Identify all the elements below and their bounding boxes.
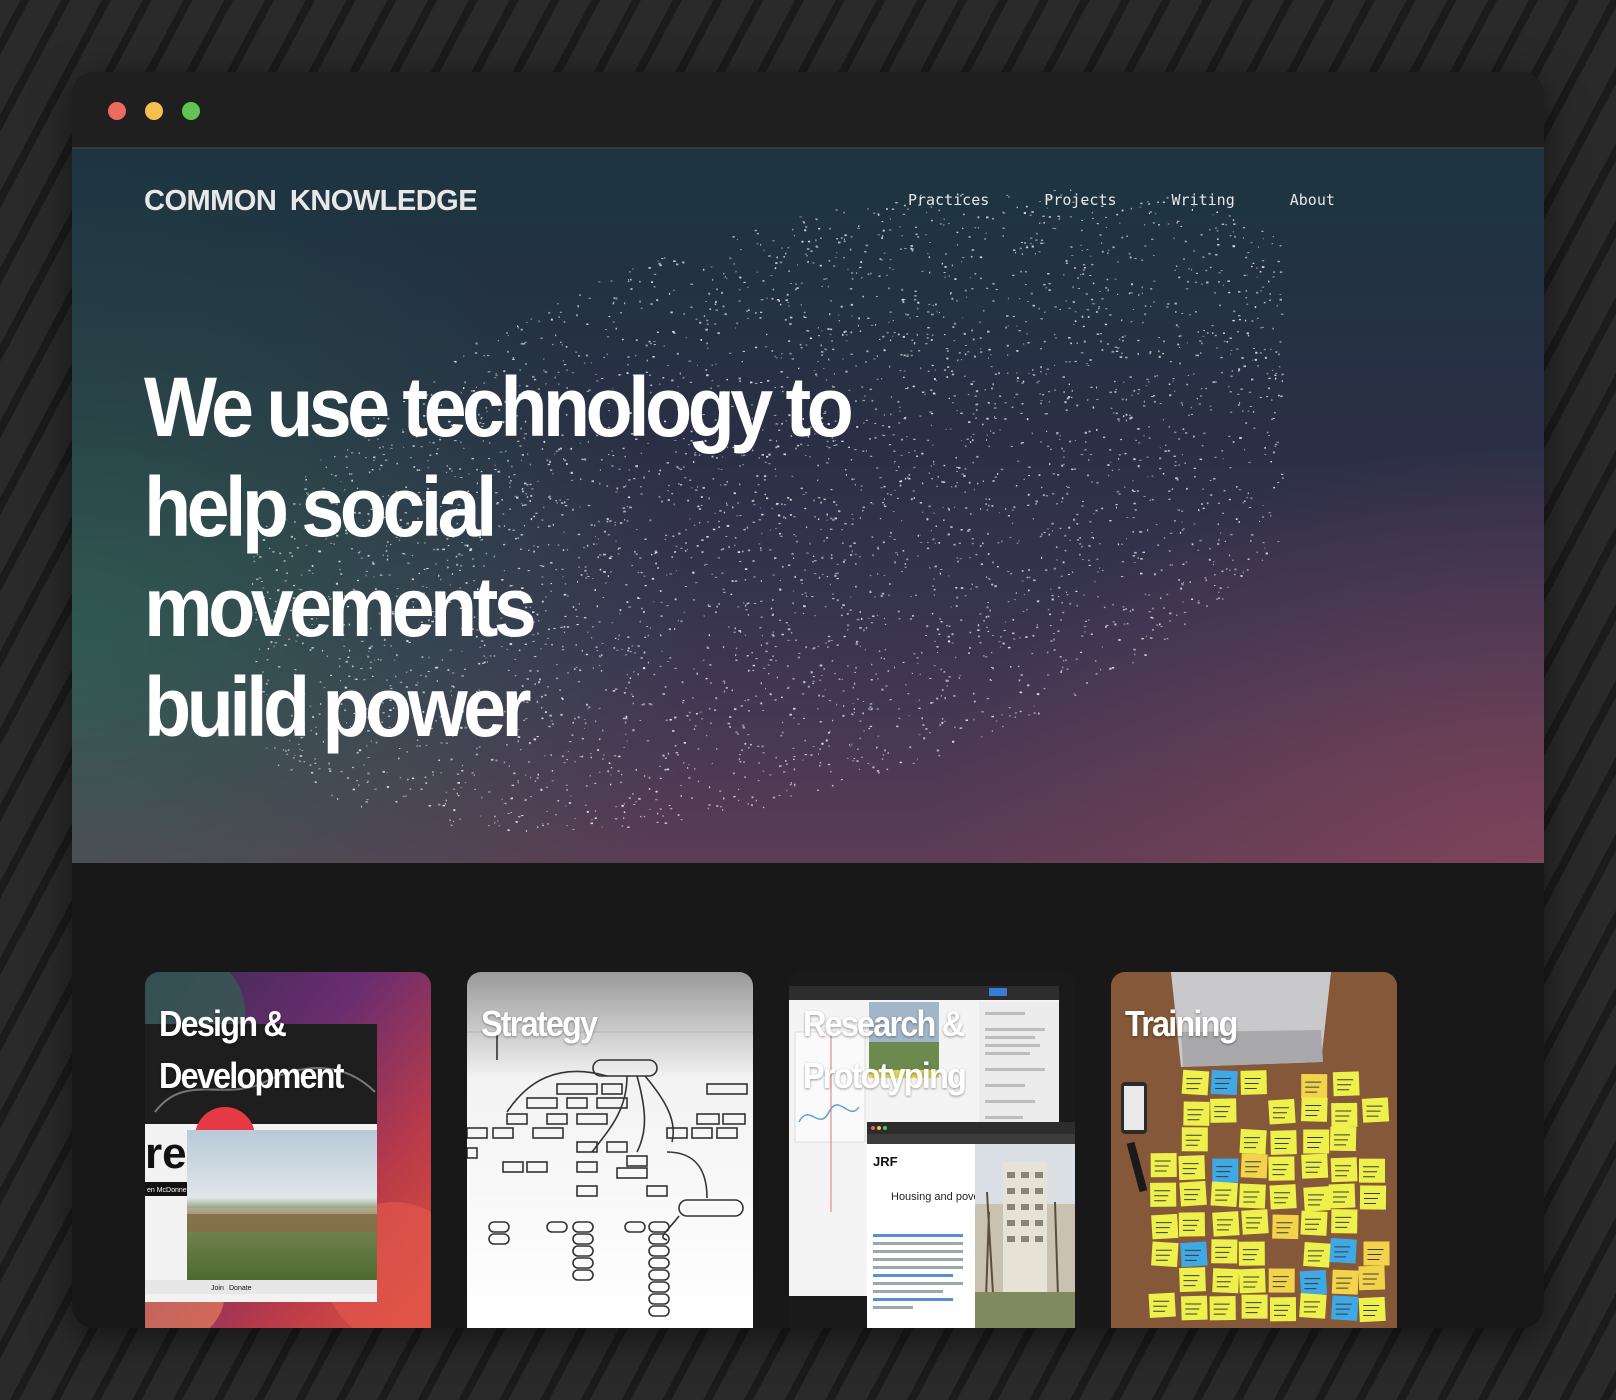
hero-section: COMMON KNOWLEDGE Practices Projects Writ… xyxy=(72,149,1544,863)
card-research-prototyping[interactable]: JRF Housing and poverty Research & Proto… xyxy=(789,972,1075,1328)
minimize-window-button[interactable] xyxy=(145,102,163,120)
mockup-name-text: en McDonnell xyxy=(147,1187,190,1194)
card-label: Design & Development xyxy=(159,1003,344,1096)
nav-projects[interactable]: Projects xyxy=(1044,191,1116,209)
title-bar xyxy=(72,72,1544,149)
close-window-button[interactable] xyxy=(108,102,126,120)
card-label: Strategy xyxy=(481,1003,598,1044)
card-label: Training xyxy=(1125,1003,1238,1044)
nav-about[interactable]: About xyxy=(1290,191,1335,209)
headline-line-2: help social movements xyxy=(144,460,537,654)
headline-line-3: build power xyxy=(144,660,532,754)
hero-headline: We use technology to help social movemen… xyxy=(144,357,880,757)
maximize-window-button[interactable] xyxy=(182,102,200,120)
headline-line-1: We use technology to xyxy=(144,360,854,454)
card-strategy[interactable]: Strategy xyxy=(467,972,753,1328)
mockup-donate-text: Donate xyxy=(229,1285,252,1292)
main-nav: Practices Projects Writing About xyxy=(908,191,1390,209)
card-design-development[interactable]: re. en McDonnell Join Donate Design & De… xyxy=(145,972,431,1328)
browser-window: COMMON KNOWLEDGE Practices Projects Writ… xyxy=(72,72,1544,1328)
mockup-join-text: Join xyxy=(211,1285,224,1292)
nav-writing[interactable]: Writing xyxy=(1172,191,1235,209)
jrf-logo-text: JRF xyxy=(873,1154,898,1169)
nav-practices[interactable]: Practices xyxy=(908,191,989,209)
site-logo[interactable]: COMMON KNOWLEDGE xyxy=(144,185,478,218)
card-label: Research & Prototyping xyxy=(803,1003,967,1096)
card-training[interactable]: Training xyxy=(1111,972,1397,1328)
practice-cards: re. en McDonnell Join Donate Design & De… xyxy=(145,972,1465,1328)
